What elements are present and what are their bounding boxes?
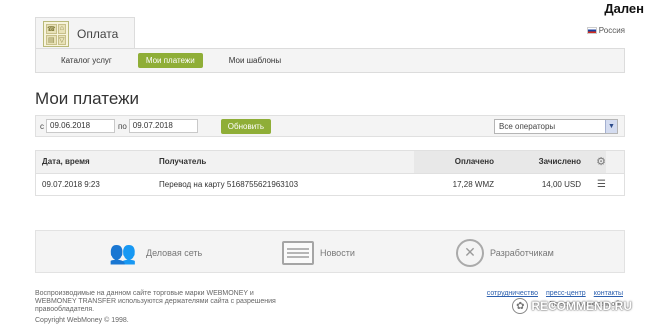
footer-link-contacts[interactable]: контакты [594, 290, 623, 297]
operators-select[interactable]: Все операторы ▼ [494, 119, 618, 134]
watermark: ✿ RECOMMEND.RU [512, 298, 632, 314]
language-label: Россия [598, 26, 625, 35]
header-recipient[interactable]: Получатель [159, 151, 206, 173]
row-menu-icon[interactable]: ☰ [597, 174, 606, 196]
page-title: Мои платежи [35, 89, 139, 108]
filter-bar: с 09.06.2018 по 09.07.2018 Обновить Все … [35, 115, 625, 137]
payment-tab-title: Оплата [77, 26, 119, 41]
feature-news-label: Новости [320, 247, 355, 258]
footer-notice: Воспроизводимые на данном сайте торговые… [35, 290, 276, 313]
feature-business-network-label: Деловая сеть [146, 247, 203, 258]
feature-developers-label: Разработчикам [490, 247, 554, 258]
row-credited: 14,00 USD [541, 180, 581, 189]
payment-tab[interactable]: ☎ ⌂ ▤ ▽ Оплата [35, 17, 135, 49]
tools-icon: ✕ [456, 238, 484, 267]
refresh-button[interactable]: Обновить [220, 118, 272, 134]
feature-news[interactable]: Новости [282, 231, 355, 274]
subnav-catalog[interactable]: Каталог услуг [53, 53, 120, 68]
operators-selected-value: Все операторы [499, 122, 556, 131]
features-bar: 👥 Деловая сеть Новости ✕ Разработчикам [35, 230, 625, 273]
row-paid: 17,28 WMZ [452, 180, 494, 189]
row-date: 09.07.2018 9:23 [42, 180, 100, 189]
chevron-down-icon[interactable]: ▼ [605, 120, 617, 133]
table-header: Дата, время Получатель Оплачено Зачислен… [36, 151, 624, 174]
from-date-input[interactable]: 09.06.2018 [46, 119, 115, 133]
header-credited[interactable]: Зачислено [539, 151, 581, 173]
from-label: с [40, 121, 44, 131]
feature-business-network[interactable]: 👥 Деловая сеть [106, 231, 202, 274]
russia-flag-icon [586, 27, 597, 34]
watermark-text: RECOMMEND.RU [531, 299, 632, 313]
subnav-my-payments[interactable]: Мои платежи [137, 53, 203, 68]
payments-table: Дата, время Получатель Оплачено Зачислен… [35, 150, 625, 196]
gear-icon[interactable]: ⚙ [596, 151, 606, 173]
subnav-my-templates[interactable]: Мои шаблоны [221, 53, 289, 68]
news-icon [282, 240, 314, 265]
table-row[interactable]: 09.07.2018 9:23 Перевод на карту 5168755… [36, 174, 624, 196]
payment-app-icon: ☎ ⌂ ▤ ▽ [43, 20, 69, 47]
header-date[interactable]: Дата, время [42, 151, 90, 173]
footer-link-press[interactable]: пресс-центр [546, 290, 586, 297]
footer-links: сотрудничество пресс-центр контакты [479, 290, 623, 297]
watermark-logo-icon: ✿ [512, 298, 529, 314]
row-recipient: Перевод на карту 5168755621963103 [159, 180, 299, 189]
sub-navigation: Каталог услуг Мои платежи Мои шаблоны [35, 48, 625, 73]
to-date-input[interactable]: 09.07.2018 [128, 119, 198, 133]
footer-link-cooperation[interactable]: сотрудничество [487, 290, 538, 297]
feature-developers[interactable]: ✕ Разработчикам [456, 231, 554, 274]
language-selector[interactable]: Россия [586, 26, 625, 35]
business-network-icon: 👥 [109, 239, 137, 265]
corner-username: Дален [604, 1, 644, 16]
footer-copyright: Copyright WebMoney © 1998. [35, 317, 129, 324]
header-paid[interactable]: Оплачено [455, 151, 494, 173]
to-label: по [118, 121, 127, 131]
